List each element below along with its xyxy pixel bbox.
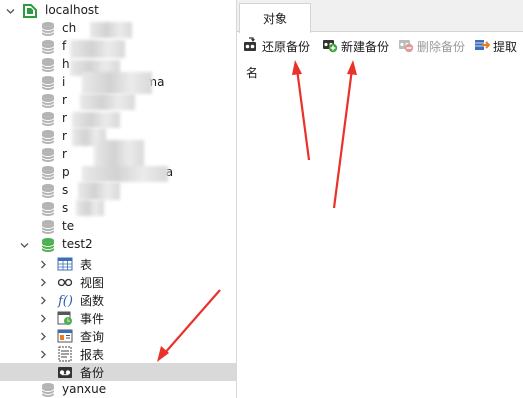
- database-label: p: [62, 165, 70, 179]
- database-label: r: [62, 111, 67, 125]
- view-icon: [57, 274, 73, 290]
- report-icon: [57, 346, 73, 362]
- delete-backup-label: 删除备份: [417, 39, 466, 54]
- new-backup-icon: [322, 37, 338, 56]
- extract-icon: [474, 37, 491, 56]
- backup-toolbar: 还原备份 新建备份 删除备份 提取: [237, 33, 523, 59]
- tree-item-label: 备份: [80, 366, 105, 380]
- tree-item-events[interactable]: 事件: [0, 309, 236, 327]
- tab-strip: 对象: [237, 0, 523, 33]
- database-icon: [40, 57, 56, 73]
- database-icon: [40, 219, 56, 235]
- tree-item-tables[interactable]: 表: [0, 255, 236, 273]
- redaction-blur: [70, 40, 125, 58]
- database-icon: [40, 183, 56, 199]
- database-icon: [40, 382, 56, 398]
- object-pane: 对象 还原备份 新建备份 删除备份 提取 名: [236, 0, 523, 398]
- database-label: r: [62, 129, 67, 143]
- tree-item-label: 报表: [80, 348, 105, 362]
- database-icon: [40, 165, 56, 181]
- tree-item-connection[interactable]: localhost: [0, 2, 236, 20]
- backup-icon: [57, 364, 73, 380]
- tree-item-label: 表: [80, 258, 93, 272]
- chevron-right-icon[interactable]: [38, 259, 48, 269]
- database-label: s: [62, 183, 69, 197]
- table-icon: [57, 256, 73, 272]
- database-label: r: [62, 93, 67, 107]
- tree-item-views[interactable]: 视图: [0, 273, 236, 291]
- chevron-right-icon[interactable]: [38, 295, 48, 305]
- chevron-down-icon[interactable]: [5, 6, 15, 16]
- event-icon: [57, 310, 73, 326]
- svg-text:f(): f(): [57, 294, 73, 308]
- database-label: ch: [62, 21, 77, 35]
- restore-icon: [243, 36, 259, 56]
- new-backup-label: 新建备份: [341, 39, 390, 54]
- database-icon: [40, 93, 56, 109]
- connection-icon: [22, 3, 38, 19]
- navigation-tree: localhost chfhiemarrrnrpmasste test2 表 视…: [0, 0, 236, 398]
- tree-item-functions[interactable]: f() 函数: [0, 291, 236, 309]
- connection-label: localhost: [45, 3, 99, 17]
- redaction-blur: [82, 72, 152, 94]
- chevron-right-icon[interactable]: [38, 277, 48, 287]
- tree-item-yanxue[interactable]: yanxue: [0, 381, 236, 398]
- chevron-down-icon[interactable]: [19, 240, 29, 250]
- function-icon: f(): [57, 292, 73, 308]
- database-icon: [40, 111, 56, 127]
- redaction-blur: [72, 112, 120, 128]
- redaction-blur: [90, 22, 132, 38]
- chevron-right-icon[interactable]: [38, 331, 48, 341]
- tree-item-label: 查询: [80, 330, 105, 344]
- tree-item-reports[interactable]: 报表: [0, 345, 236, 363]
- database-label: h: [62, 57, 70, 71]
- database-icon: [40, 75, 56, 91]
- tree-item-label: 函数: [80, 294, 105, 308]
- query-icon: [57, 328, 73, 344]
- tab-objects[interactable]: 对象: [239, 3, 311, 33]
- tree-item-queries[interactable]: 查询: [0, 327, 236, 345]
- redaction-blur: [80, 94, 135, 110]
- redaction-blur: [82, 166, 168, 182]
- column-header-name[interactable]: 名: [246, 64, 258, 81]
- chevron-right-icon[interactable]: [38, 349, 48, 359]
- chevron-right-icon[interactable]: [38, 313, 48, 323]
- database-icon: [40, 39, 56, 55]
- tree-item-test2[interactable]: test2: [0, 236, 236, 254]
- tree-item-backups[interactable]: 备份: [0, 363, 236, 381]
- tree-item-label: 事件: [80, 312, 105, 326]
- database-icon: [40, 201, 56, 217]
- tree-item-label: 视图: [80, 276, 105, 290]
- extract-button[interactable]: 提取: [474, 37, 517, 55]
- database-icon: [40, 129, 56, 145]
- database-icon: [40, 147, 56, 163]
- delete-backup-button[interactable]: 删除备份: [398, 37, 465, 55]
- database-label: s: [62, 201, 69, 215]
- database-label: i: [62, 75, 66, 89]
- database-label: f: [62, 39, 67, 53]
- tree-item-database[interactable]: s: [0, 200, 236, 218]
- database-open-icon: [40, 237, 56, 253]
- restore-backup-button[interactable]: 还原备份: [243, 36, 311, 56]
- database-icon: [40, 21, 56, 37]
- tree-item-database[interactable]: te: [0, 218, 236, 236]
- redaction-blur: [76, 200, 104, 216]
- database-label: test2: [62, 237, 93, 251]
- restore-label: 还原备份: [262, 39, 311, 54]
- database-label: te: [62, 219, 75, 233]
- tab-label: 对象: [262, 12, 287, 26]
- new-backup-button[interactable]: 新建备份: [322, 37, 389, 55]
- database-label: r: [62, 147, 67, 161]
- delete-backup-icon: [398, 37, 414, 56]
- database-label: yanxue: [62, 382, 107, 396]
- extract-label: 提取: [493, 39, 518, 54]
- redaction-blur: [78, 182, 120, 200]
